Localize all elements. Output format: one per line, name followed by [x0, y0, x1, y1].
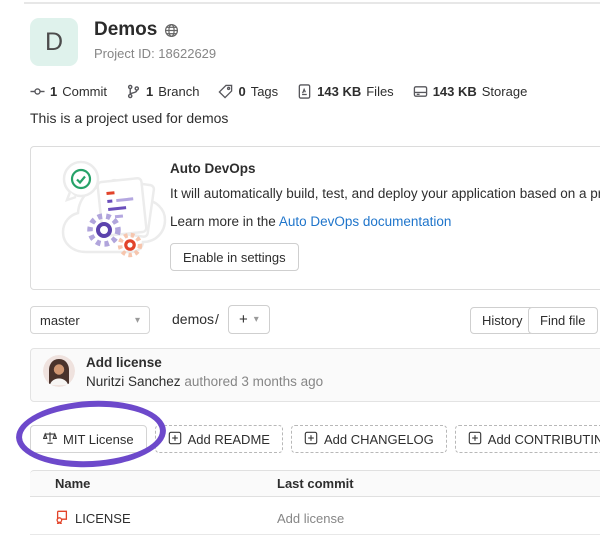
commit-icon [30, 84, 45, 99]
branch-icon [126, 84, 141, 99]
project-description: This is a project used for demos [30, 110, 228, 126]
commit-author-link[interactable]: Nuritzi Sanchez [86, 374, 181, 389]
branch-selector[interactable]: master ▾ [30, 306, 150, 334]
commit-meta-text: authored 3 months ago [184, 374, 323, 389]
scale-icon [43, 431, 57, 448]
chevron-down-icon: ▾ [135, 315, 140, 326]
license-file-icon [55, 510, 69, 527]
commit-author-avatar[interactable] [43, 355, 75, 387]
project-avatar: D [30, 18, 78, 66]
commit-meta: Nuritzi Sanchez authored 3 months ago [86, 374, 323, 389]
devops-illustration-icon [56, 152, 174, 277]
plus-icon: + [239, 311, 248, 328]
branch-selector-value: master [40, 313, 80, 328]
add-file-dropdown-button[interactable]: + ▾ [228, 305, 270, 334]
project-avatar-letter: D [45, 28, 63, 57]
stat-commits[interactable]: 1Commit [30, 84, 107, 99]
file-name-cell: LICENSE [55, 510, 131, 527]
page-title: Demos [94, 19, 157, 41]
stat-storage[interactable]: 143 KBStorage [413, 84, 528, 99]
plus-square-icon [304, 431, 318, 448]
add-readme-button[interactable]: Add README [155, 425, 283, 453]
plus-square-icon [468, 431, 482, 448]
column-header-name: Name [55, 476, 90, 491]
devops-learn-more: Learn more in the Auto DevOps documentat… [170, 214, 451, 229]
stat-tags[interactable]: 0Tags [218, 84, 278, 99]
file-suggestion-buttons: MIT License Add README Add CHANGELOG Add… [30, 425, 600, 453]
stat-branches[interactable]: 1Branch [126, 84, 199, 99]
tag-icon [218, 84, 233, 99]
breadcrumb-project[interactable]: demos [172, 311, 214, 327]
chevron-down-icon: ▾ [254, 314, 259, 325]
mit-license-button[interactable]: MIT License [30, 425, 147, 453]
file-icon [297, 84, 312, 99]
storage-icon [413, 84, 428, 99]
file-last-commit-link[interactable]: Add license [277, 511, 344, 526]
plus-square-icon [168, 431, 182, 448]
column-header-last-commit: Last commit [277, 476, 354, 491]
visibility-globe-icon [164, 23, 179, 38]
add-contributing-button[interactable]: Add CONTRIBUTING [455, 425, 600, 453]
devops-body-text: It will automatically build, test, and d… [170, 186, 600, 201]
history-button[interactable]: History [470, 307, 534, 334]
project-id: Project ID: 18622629 [94, 46, 216, 61]
project-stats: 1Commit 1Branch 0Tags 143 KBFiles 143 KB… [30, 84, 527, 99]
breadcrumb-separator: / [215, 311, 219, 327]
stat-files[interactable]: 143 KBFiles [297, 84, 394, 99]
enable-in-settings-button[interactable]: Enable in settings [170, 243, 299, 271]
find-file-button[interactable]: Find file [528, 307, 598, 334]
add-changelog-button[interactable]: Add CHANGELOG [291, 425, 447, 453]
navbar-bottom-border [24, 2, 600, 4]
file-name-link[interactable]: LICENSE [75, 511, 131, 526]
devops-title: Auto DevOps [170, 161, 256, 176]
devops-doc-link[interactable]: Auto DevOps documentation [279, 214, 452, 229]
commit-title[interactable]: Add license [86, 355, 162, 370]
